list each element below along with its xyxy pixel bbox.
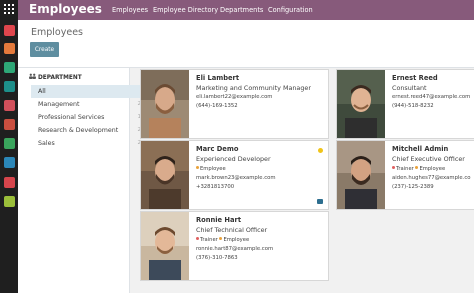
employees-icon[interactable]	[4, 157, 15, 168]
apps-grid-icon[interactable]	[4, 4, 14, 14]
employee-job-title: Consultant	[392, 84, 427, 92]
website-icon[interactable]	[4, 119, 15, 130]
employee-photo	[141, 141, 189, 209]
employee-email[interactable]: mark.brown23@example.com	[196, 174, 324, 183]
employee-tags: Trainer Employee	[392, 164, 471, 174]
employee-photo	[141, 212, 189, 280]
tag-dot	[196, 166, 199, 169]
employee-card[interactable]: Ronnie Hart Chief Technical Officer Trai…	[140, 211, 329, 281]
tag-label: Employee	[200, 166, 226, 172]
employee-name: Ronnie Hart	[196, 216, 242, 224]
employee-tags: Trainer Employee	[196, 235, 324, 245]
dashboard-icon[interactable]	[4, 196, 15, 207]
sales-icon[interactable]	[4, 100, 15, 111]
tag-label: Employee	[223, 237, 250, 243]
employee-name: Mitchell Admin	[392, 145, 449, 153]
employee-phone[interactable]: +3281813700	[196, 183, 324, 192]
employee-email[interactable]: aiden.hughes77@example.com	[392, 174, 471, 183]
menu-employees[interactable]: Employees	[112, 0, 148, 20]
employee-name: Marc Demo	[196, 145, 239, 153]
breadcrumb: Employees	[31, 27, 83, 38]
employee-card[interactable]: Ernest Reed Consultant ernest.reed47@exa…	[336, 69, 474, 139]
control-panel: Employees Create	[18, 20, 474, 68]
employee-card[interactable]: Eli Lambert Marketing and Community Mana…	[140, 69, 329, 139]
app-launcher-bar	[0, 0, 18, 293]
app-title[interactable]: Employees	[29, 1, 102, 18]
sidebar-item-professional-services[interactable]: Professional Services1	[31, 111, 146, 124]
top-navbar: Employees Employees Employee Directory D…	[18, 0, 474, 20]
menu-employee-directory[interactable]: Employee Directory	[153, 0, 218, 20]
employee-email[interactable]: ernest.reed47@example.com	[392, 93, 471, 102]
employee-phone[interactable]: (376)-310-7863	[196, 254, 324, 263]
tag-dot	[392, 166, 395, 169]
sidebar-item-label: Professional Services	[38, 114, 105, 121]
inventory-icon[interactable]	[4, 138, 15, 149]
sidebar-item-label: Sales	[38, 140, 55, 147]
tag-label: Employee	[419, 166, 446, 172]
employee-job-title: Experienced Developer	[196, 155, 271, 163]
sidebar-item-all[interactable]: All	[31, 85, 146, 98]
employee-email[interactable]: eli.lambert22@example.com	[196, 93, 324, 102]
employee-card[interactable]: Marc Demo Experienced Developer Employee…	[140, 140, 329, 210]
department-header-label: DEPARTMENT	[38, 75, 82, 81]
create-button[interactable]: Create	[30, 42, 59, 57]
crm-icon[interactable]	[4, 81, 15, 92]
tag-dot	[219, 237, 223, 240]
tag-label: Trainer	[200, 237, 218, 243]
tag-label: Trainer	[396, 166, 414, 172]
department-header: DEPARTMENT	[29, 73, 82, 81]
sidebar-item-management[interactable]: Management2	[31, 98, 146, 111]
employee-phone[interactable]: (644)-169-1352	[196, 102, 324, 111]
menu-configuration[interactable]: Configuration	[268, 0, 313, 20]
settings-icon[interactable]	[4, 177, 15, 188]
employee-card[interactable]: Mitchell Admin Chief Executive Officer T…	[336, 140, 474, 210]
employee-name: Ernest Reed	[392, 74, 438, 82]
employee-job-title: Marketing and Community Manager	[196, 84, 311, 92]
sidebar-item-label: Management	[38, 101, 80, 108]
employee-job-title: Chief Executive Officer	[392, 155, 465, 163]
employee-phone[interactable]: (944)-518-8232	[392, 102, 471, 111]
calendar-icon[interactable]	[4, 43, 15, 54]
sidebar-item-label: Research & Development	[38, 127, 119, 134]
department-sidebar: DEPARTMENT All Management2 Professional …	[18, 68, 146, 293]
department-icon	[29, 73, 36, 79]
sidebar-item-research-development[interactable]: Research & Development2	[31, 124, 146, 137]
employee-photo	[337, 70, 385, 138]
discuss-icon[interactable]	[4, 25, 15, 36]
employee-photo	[141, 70, 189, 138]
chat-icon[interactable]	[317, 199, 323, 204]
employee-name: Eli Lambert	[196, 74, 240, 82]
menu-departments[interactable]: Departments	[220, 0, 263, 20]
employee-email[interactable]: ronnie.hart87@example.com	[196, 245, 324, 254]
tag-dot	[196, 237, 199, 240]
sidebar-item-label: All	[38, 88, 46, 95]
contacts-icon[interactable]	[4, 62, 15, 73]
employee-tags: Employee	[196, 164, 324, 174]
employee-phone[interactable]: (237)-125-2389	[392, 183, 471, 192]
sidebar-item-sales[interactable]: Sales2	[31, 137, 146, 150]
tag-dot	[415, 166, 419, 169]
employee-job-title: Chief Technical Officer	[196, 226, 268, 234]
employee-photo	[337, 141, 385, 209]
